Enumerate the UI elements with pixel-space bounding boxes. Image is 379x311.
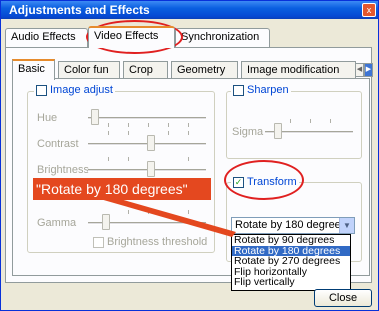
annotation-overlay bbox=[100, 199, 236, 237]
highlight-transform bbox=[224, 160, 304, 200]
tab-basic[interactable]: Basic bbox=[12, 59, 55, 80]
callout-arrow bbox=[100, 199, 236, 237]
tab-video-effects[interactable]: Video Effects bbox=[88, 26, 175, 48]
